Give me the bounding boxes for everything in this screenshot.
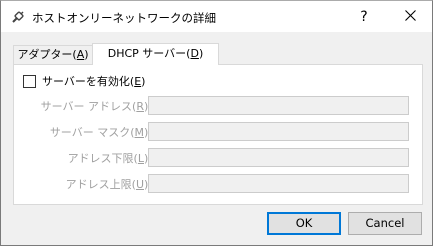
- enable-server-checkbox[interactable]: [23, 74, 36, 88]
- enable-server-label: サーバーを有効化(E): [42, 75, 146, 88]
- server-mask-label: サーバー マスク(M):: [49, 126, 152, 139]
- tab-adapter-suffix: ): [84, 48, 89, 61]
- ok-button[interactable]: OK: [267, 212, 341, 235]
- enable-server-checkbox-row[interactable]: サーバーを有効化(E): [23, 73, 145, 89]
- upper-address-bound-input[interactable]: [148, 174, 409, 193]
- cancel-button[interactable]: Cancel: [348, 212, 422, 235]
- help-icon: ?: [360, 8, 368, 25]
- host-only-network-details-dialog: ホストオンリーネットワークの詳細 ? アダプター(A) DHCP サーバー(D)…: [0, 0, 433, 246]
- dhcp-server-panel: サーバーを有効化(E) サーバー アドレス(R): サーバー マスク(M): ア…: [13, 64, 423, 205]
- tab-adapter-label: アダプター(: [17, 48, 77, 61]
- network-cable-icon: [10, 9, 26, 25]
- server-address-input[interactable]: [148, 96, 409, 115]
- tab-dhcp-mnemonic: D: [190, 47, 199, 60]
- help-button[interactable]: ?: [341, 1, 387, 32]
- server-mask-input[interactable]: [148, 122, 409, 141]
- tab-dhcp-label: DHCP サーバー(: [107, 47, 191, 60]
- close-icon: [404, 9, 416, 24]
- server-address-label: サーバー アドレス(R):: [40, 100, 152, 113]
- close-button[interactable]: [387, 1, 433, 32]
- title-bar: ホストオンリーネットワークの詳細 ?: [1, 1, 432, 32]
- tab-adapter[interactable]: アダプター(A): [13, 45, 93, 64]
- tab-dhcp-server[interactable]: DHCP サーバー(D): [92, 43, 219, 65]
- window-title: ホストオンリーネットワークの詳細: [32, 11, 216, 25]
- upper-address-bound-label: アドレス上限(U):: [65, 178, 152, 191]
- lower-address-bound-input[interactable]: [148, 148, 409, 167]
- tab-dhcp-suffix: ): [198, 47, 204, 60]
- lower-address-bound-label: アドレス下限(L):: [67, 152, 152, 165]
- tab-strip: アダプター(A) DHCP サーバー(D): [13, 43, 423, 65]
